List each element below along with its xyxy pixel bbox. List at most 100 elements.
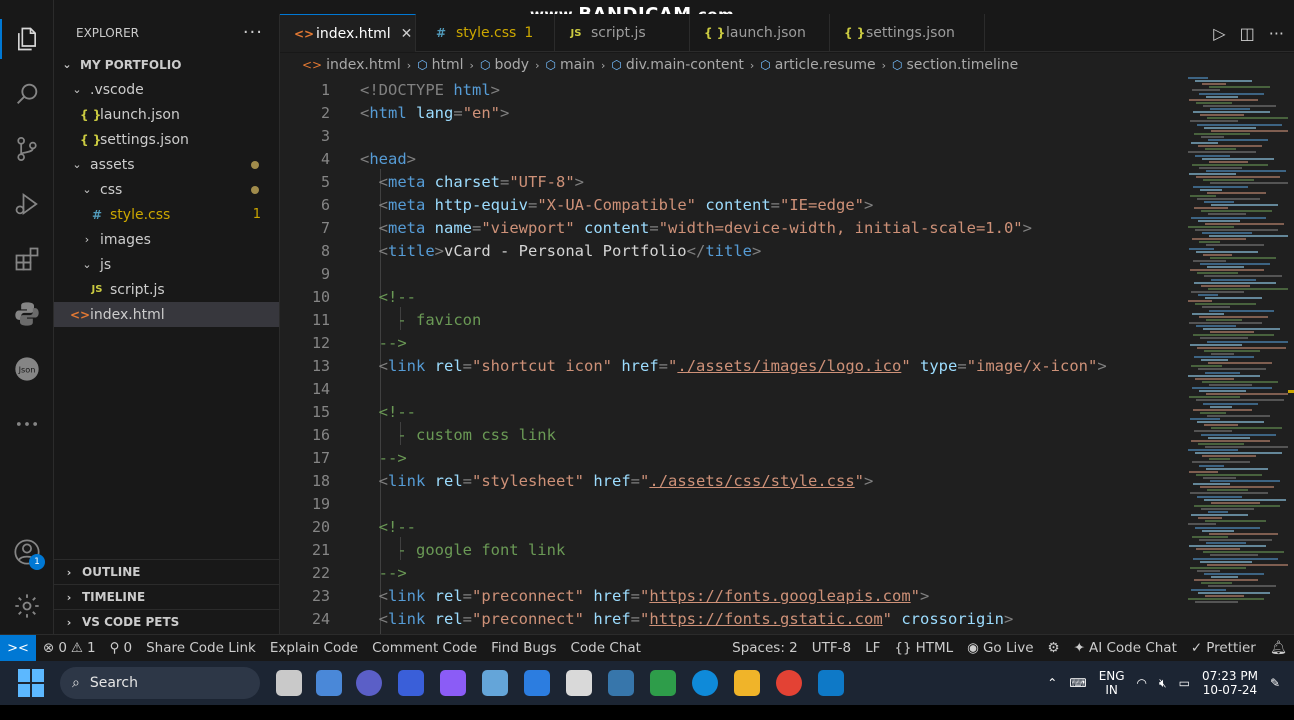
edge-icon[interactable] — [692, 670, 718, 696]
task-view-icon[interactable] — [276, 670, 302, 696]
code-chat[interactable]: Code Chat — [564, 640, 648, 656]
ai-code-chat[interactable]: ✦ AI Code Chat — [1067, 640, 1184, 656]
teams-icon[interactable] — [356, 670, 382, 696]
code-token: name — [434, 219, 472, 237]
code-text: <meta name="viewport" content="width=dev… — [360, 217, 1032, 240]
explorer-activity[interactable] — [0, 15, 54, 63]
python-activity[interactable] — [0, 290, 54, 338]
indentation[interactable]: Spaces: 2 — [725, 640, 805, 656]
file-item[interactable]: <> index.html — [54, 302, 279, 327]
minimap[interactable] — [1188, 77, 1294, 617]
breadcrumb-item[interactable]: ⬡ html — [417, 57, 463, 73]
photos-icon[interactable] — [482, 670, 508, 696]
tree-item-label: launch.json — [100, 106, 180, 123]
language-mode[interactable]: {} HTML — [887, 640, 960, 656]
breadcrumb-item[interactable]: ⬡ div.main-content — [611, 57, 744, 73]
document-icon[interactable] — [566, 670, 592, 696]
python-icon[interactable] — [608, 670, 634, 696]
folder-icon[interactable] — [734, 670, 760, 696]
minimap-line — [1202, 232, 1252, 234]
taskbar-search[interactable]: ⌕ Search — [60, 667, 260, 699]
minimap-line — [1191, 514, 1248, 517]
minimap-line — [1188, 597, 1264, 600]
accounts-activity[interactable]: 1 — [0, 528, 54, 576]
breadcrumb-item[interactable]: ⬡ section.timeline — [892, 57, 1018, 73]
share-code-link[interactable]: Share Code Link — [139, 640, 263, 656]
language-indicator[interactable]: ENG IN — [1099, 669, 1125, 697]
minimap-line — [1207, 563, 1294, 566]
vscode-pets-section[interactable]: › VS CODE PETS — [54, 609, 279, 634]
vertical-scrollbar[interactable] — [1288, 77, 1294, 634]
windows-start-icon[interactable] — [18, 669, 46, 697]
comment-code[interactable]: Comment Code — [365, 640, 484, 656]
app-icon[interactable] — [440, 670, 466, 696]
extension-status-icon[interactable]: ⚙ — [1041, 640, 1067, 656]
breadcrumb-item[interactable]: ⬡ article.resume — [760, 57, 875, 73]
code-editor[interactable]: 1 <!DOCTYPE html> 2 <html lang="en"> 3 4 <head… — [280, 77, 1294, 634]
keyboard-icon[interactable]: ⌨ — [1069, 676, 1086, 690]
sheet-icon[interactable] — [650, 670, 676, 696]
notifications-bell-icon[interactable]: 🔔︎ — [1263, 640, 1294, 656]
minimap-line — [1209, 86, 1270, 89]
file-item[interactable]: { } launch.json — [54, 102, 279, 127]
workspace-root[interactable]: ⌄ MY PORTFOLIO — [54, 52, 279, 77]
tab-index-html[interactable]: <> index.html ✕ — [280, 14, 416, 52]
chevron-up-icon[interactable]: ⌃ — [1047, 676, 1057, 690]
timeline-section[interactable]: › TIMELINE — [54, 584, 279, 609]
breadcrumb-item[interactable]: ⬡ body — [480, 57, 529, 73]
code-token: html — [453, 81, 491, 99]
more-activity[interactable] — [0, 400, 54, 448]
antenna-icon: ⚲ — [109, 640, 120, 656]
file-item[interactable]: { } settings.json — [54, 127, 279, 152]
tab-launch-json[interactable]: { } launch.json — [690, 14, 830, 52]
outline-section[interactable]: › OUTLINE — [54, 559, 279, 584]
json-activity[interactable]: Json — [0, 345, 54, 393]
code-token: href — [621, 357, 659, 375]
folder-item[interactable]: ⌄ .vscode — [54, 77, 279, 102]
folder-item[interactable]: ⌄ assets — [54, 152, 279, 177]
encoding[interactable]: UTF-8 — [805, 640, 858, 656]
find-bugs[interactable]: Find Bugs — [484, 640, 563, 656]
clock[interactable]: 07:23 PM 10-07-24 — [1202, 669, 1258, 697]
code-token: < — [360, 196, 388, 214]
tab-settings-json[interactable]: { } settings.json — [830, 14, 985, 52]
problems-indicator[interactable]: ⊗ 0 ⚠ 1 — [36, 640, 103, 656]
ports-indicator[interactable]: ⚲ 0 — [103, 640, 139, 656]
more-actions-icon[interactable]: ··· — [1269, 24, 1284, 43]
close-icon[interactable]: ✕ — [401, 26, 413, 42]
vscode-icon[interactable] — [818, 670, 844, 696]
store-icon[interactable] — [524, 670, 550, 696]
folder-item[interactable]: › images — [54, 227, 279, 252]
battery-icon[interactable]: ▭ — [1179, 676, 1190, 690]
search-activity[interactable] — [0, 70, 54, 118]
notification-icon[interactable]: ✎ — [1270, 676, 1280, 690]
remote-indicator[interactable]: >< — [0, 634, 36, 662]
explorer-more-button[interactable]: ··· — [243, 24, 263, 42]
chrome-icon[interactable] — [776, 670, 802, 696]
run-icon[interactable]: ▷ — [1213, 24, 1225, 43]
app-icon[interactable] — [316, 670, 342, 696]
split-editor-icon[interactable]: ◫ — [1240, 24, 1255, 43]
folder-item[interactable]: ⌄ css — [54, 177, 279, 202]
explain-code[interactable]: Explain Code — [263, 640, 365, 656]
wifi-icon[interactable]: ◠ — [1137, 676, 1147, 690]
tab-style-css[interactable]: # style.css 1 — [420, 14, 555, 52]
end-of-line[interactable]: LF — [858, 640, 887, 656]
folder-item[interactable]: ⌄ js — [54, 252, 279, 277]
file-item[interactable]: # style.css 1 — [54, 202, 279, 227]
source-control-activity[interactable] — [0, 125, 54, 173]
app-icon[interactable] — [398, 670, 424, 696]
prettier[interactable]: ✓ Prettier — [1184, 640, 1263, 656]
minimap-line — [1200, 114, 1244, 117]
volume-icon[interactable]: 🔇︎ — [1159, 676, 1167, 691]
run-debug-activity[interactable] — [0, 180, 54, 228]
tab-script-js[interactable]: JS script.js — [555, 14, 690, 52]
go-live[interactable]: ◉ Go Live — [960, 640, 1040, 656]
breadcrumb-item[interactable]: ⬡ main — [545, 57, 594, 73]
spark-icon: ✦ — [1073, 640, 1085, 656]
extensions-activity[interactable] — [0, 235, 54, 283]
manage-activity[interactable] — [0, 582, 54, 630]
breadcrumb-item[interactable]: <> index.html — [302, 57, 401, 73]
file-item[interactable]: JS script.js — [54, 277, 279, 302]
